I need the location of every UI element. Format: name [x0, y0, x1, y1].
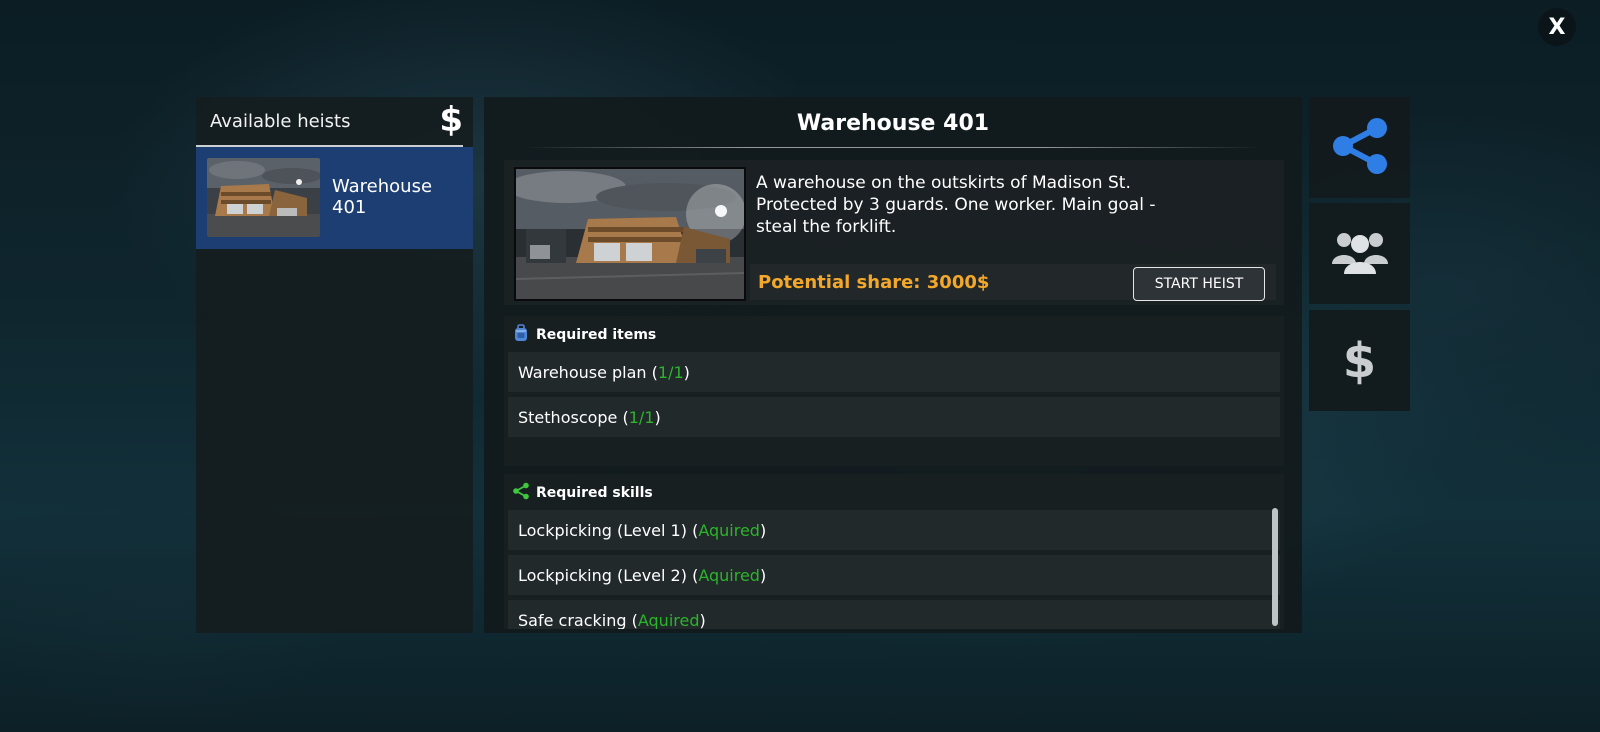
heist-thumbnail — [207, 158, 320, 237]
required-skill-name: Safe cracking — [518, 610, 627, 630]
heist-detail-panel: Warehouse 401 A warehouse on the outskir… — [484, 97, 1302, 633]
required-skill-row: Lockpicking (Level 2) (Aquired) — [508, 555, 1280, 595]
potential-share: Potential share: 3000$ — [758, 272, 990, 293]
start-heist-button[interactable]: START HEIST — [1133, 267, 1265, 301]
heist-description: A warehouse on the outskirts of Madison … — [756, 173, 1156, 237]
dollar-icon: $ — [1342, 332, 1377, 389]
paren-close: ) — [654, 407, 661, 427]
required-skill-name: Lockpicking (Level 2) — [518, 565, 687, 585]
heists-panel-header: Available heists $ — [196, 97, 463, 147]
title-divider — [524, 147, 1262, 148]
required-skill-status: Aquired — [698, 520, 760, 540]
required-skill-name: Lockpicking (Level 1) — [518, 520, 687, 540]
required-item-name: Warehouse plan — [518, 362, 647, 382]
backpack-icon — [512, 324, 530, 346]
heists-panel: Available heists $ Warehouse 401 — [196, 97, 473, 633]
heists-panel-title: Available heists — [210, 111, 351, 132]
required-item-row: Stethoscope (1/1) — [508, 397, 1280, 437]
skills-button[interactable] — [1309, 97, 1410, 198]
crew-button[interactable] — [1309, 203, 1410, 304]
required-item-count: 1/1 — [628, 407, 655, 427]
share-network-icon — [1329, 115, 1391, 181]
required-items-section: Required items Warehouse plan (1/1) Stet… — [504, 316, 1284, 466]
share-row: Potential share: 3000$ START HEIST — [750, 264, 1276, 301]
heist-list-item[interactable]: Warehouse 401 — [196, 147, 473, 249]
paren-close: ) — [699, 610, 706, 630]
required-items-title: Required items — [536, 327, 657, 343]
required-item-row: Warehouse plan (1/1) — [508, 352, 1280, 392]
money-button[interactable]: $ — [1309, 310, 1410, 411]
users-group-icon — [1330, 226, 1390, 282]
required-skill-row: Lockpicking (Level 1) (Aquired) — [508, 510, 1280, 550]
close-button[interactable]: X — [1538, 8, 1576, 46]
skills-scrollbar[interactable] — [1272, 508, 1278, 626]
paren-close: ) — [683, 362, 690, 382]
required-skill-status: Aquired — [637, 610, 700, 630]
required-item-count: 1/1 — [657, 362, 684, 382]
paren-close: ) — [759, 565, 767, 585]
required-item-name: Stethoscope — [518, 407, 618, 427]
heist-info-box: A warehouse on the outskirts of Madison … — [504, 160, 1284, 305]
required-skills-header: Required skills — [512, 482, 653, 504]
heist-title: Warehouse 401 — [796, 111, 990, 136]
required-skill-row: Safe cracking (Aquired) — [508, 600, 1280, 629]
heist-list-item-name: Warehouse 401 — [332, 176, 433, 218]
required-skills-title: Required skills — [536, 485, 653, 501]
required-skills-section: Required skills Lockpicking (Level 1) (A… — [504, 474, 1284, 629]
required-items-header: Required items — [512, 324, 656, 346]
required-skill-status: Aquired — [698, 565, 760, 585]
skills-share-icon — [512, 482, 530, 504]
paren-close: ) — [759, 520, 767, 540]
heist-image — [514, 167, 746, 301]
dollar-icon: $ — [439, 100, 463, 140]
